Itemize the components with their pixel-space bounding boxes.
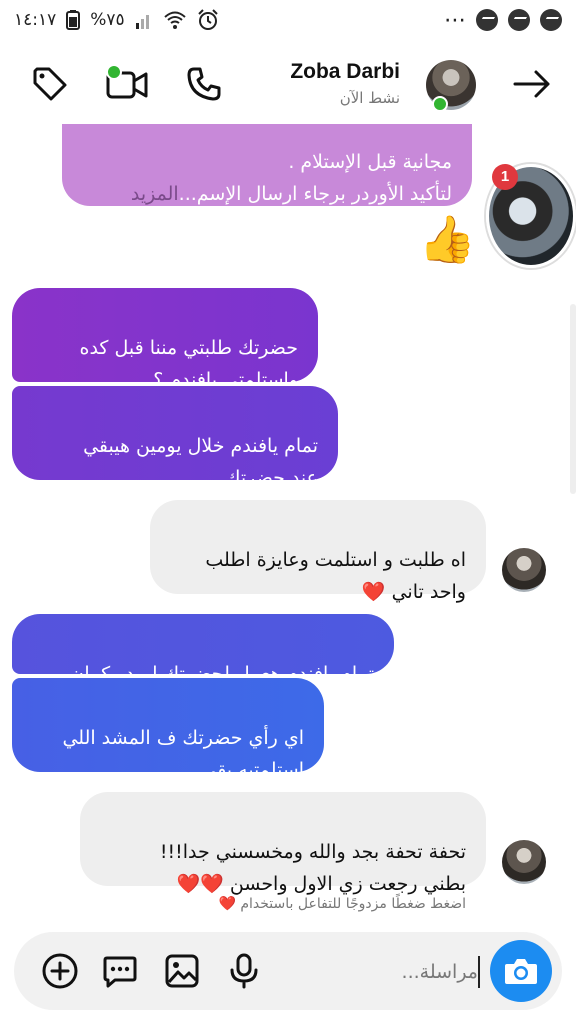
message-text: تمام يافندم خلال يومين هيبقي عند حضرتك <box>83 435 318 489</box>
sender-avatar[interactable] <box>502 548 546 592</box>
conversation-header: Zoba Darbi نشط الآن <box>0 44 576 124</box>
more-dots-icon: ⋯ <box>444 7 466 33</box>
contact-status: نشط الآن <box>339 89 400 107</box>
messenger-icon <box>476 9 498 31</box>
add-icon[interactable] <box>36 947 84 995</box>
thumbs-up-icon: 👍 <box>418 212 476 266</box>
phone-icon[interactable] <box>182 62 226 106</box>
signal-icon <box>135 15 149 29</box>
message-bubble[interactable]: تمام يافندم هعمل لحضرتك اوردر كمان <box>12 614 394 685</box>
alarm-icon <box>197 9 218 30</box>
message-bubble[interactable]: اه طلبت و استلمت وعايزة اطلب واحد تاني ❤… <box>150 500 486 603</box>
message-text: حضرتك طلبتي مننا قبل كده واستلمتي يافندم… <box>79 337 299 391</box>
message-thread[interactable]: مجانية قبل الإستلام . لتأكيد الأوردر برج… <box>0 124 576 924</box>
messenger-icon <box>508 9 530 31</box>
message-bubble[interactable]: اي رأي حضرتك ف المشد اللي استلمتيه بقي <box>12 678 324 781</box>
notification-badge: 1 <box>492 164 518 190</box>
camera-icon[interactable] <box>490 940 552 1002</box>
status-time: ١٤:١٧ <box>14 10 57 30</box>
text-caret <box>478 956 480 988</box>
message-text: اي رأي حضرتك ف المشد اللي استلمتيه بقي <box>62 727 304 781</box>
online-indicator <box>432 96 448 112</box>
contact-name[interactable]: Zoba Darbi <box>290 60 400 84</box>
tag-icon[interactable] <box>28 62 72 106</box>
message-bubble[interactable]: حضرتك طلبتي مننا قبل كده واستلمتي يافندم… <box>12 288 318 391</box>
message-text: تحفة تحفة بجد والله ومخسسني جدا!!! بطني … <box>159 841 466 895</box>
status-left: ١٤:١٧ %٧٥ <box>14 9 219 31</box>
status-bar: ١٤:١٧ %٧٥ ⋯ <box>0 0 576 40</box>
video-call-icon[interactable] <box>104 62 152 106</box>
battery-icon <box>66 10 81 30</box>
scrollbar[interactable] <box>570 304 576 494</box>
message-bubble[interactable]: تحفة تحفة بجد والله ومخسسني جدا!!! بطني … <box>80 792 486 895</box>
reaction-hint: اضغط ضغطًا مزدوجًا للتفاعل باستخدام ❤️ <box>219 896 466 912</box>
wifi-icon <box>164 11 186 29</box>
message-bubble[interactable]: تمام يافندم خلال يومين هيبقي عند حضرتك <box>12 386 338 489</box>
see-more-link[interactable]: المزيد <box>131 183 179 205</box>
battery-percent: %٧٥ <box>90 10 125 30</box>
heart-icon: ❤️ <box>218 896 237 912</box>
message-composer <box>14 932 562 1010</box>
message-bubble[interactable]: مجانية قبل الإستلام . لتأكيد الأوردر برج… <box>62 124 472 206</box>
sender-avatar[interactable] <box>502 840 546 884</box>
message-text: مجانية قبل الإستلام . لتأكيد الأوردر برج… <box>178 151 452 205</box>
message-text: اه طلبت و استلمت وعايزة اطلب واحد تاني ❤… <box>205 549 466 603</box>
message-input[interactable] <box>258 954 478 990</box>
chat-more-icon[interactable] <box>96 947 144 995</box>
gallery-icon[interactable] <box>158 947 206 995</box>
reaction-hint-text: اضغط ضغطًا مزدوجًا للتفاعل باستخدام <box>240 896 466 912</box>
messenger-icon <box>540 9 562 31</box>
back-arrow-icon[interactable] <box>510 62 554 106</box>
status-right: ⋯ <box>444 8 562 33</box>
